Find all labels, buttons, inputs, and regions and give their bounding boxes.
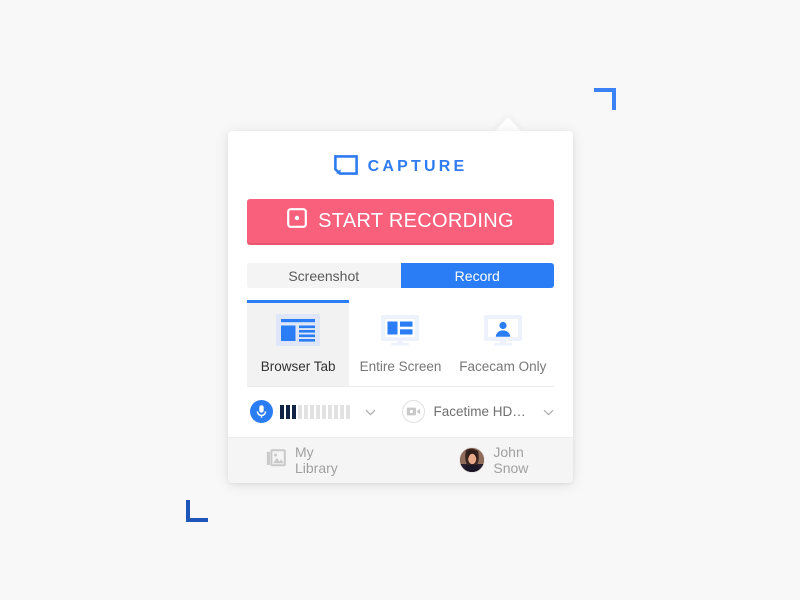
camera-chevron-down-icon[interactable] bbox=[543, 403, 554, 421]
mode-facecam-only[interactable]: Facecam Only bbox=[452, 300, 554, 386]
popup-pointer bbox=[494, 117, 522, 132]
mode-browser-tab-label: Browser Tab bbox=[260, 359, 336, 374]
my-library-button[interactable]: My Library bbox=[266, 444, 352, 476]
brand: CAPTURE bbox=[247, 153, 554, 181]
start-recording-button[interactable]: START RECORDING bbox=[247, 199, 554, 243]
avatar bbox=[460, 448, 485, 472]
microphone-icon bbox=[250, 400, 273, 423]
tab-screenshot[interactable]: Screenshot bbox=[247, 263, 401, 288]
mode-entire-screen[interactable]: Entire Screen bbox=[349, 300, 451, 386]
capture-popup: CAPTURE START RECORDING Screenshot Recor… bbox=[228, 131, 573, 483]
record-square-icon bbox=[287, 208, 308, 234]
video-camera-icon bbox=[401, 400, 425, 423]
start-recording-label: START RECORDING bbox=[318, 210, 514, 232]
capture-frame-icon bbox=[333, 154, 358, 180]
crop-bracket-bottom-left bbox=[186, 500, 208, 522]
source-mode-list: Browser Tab Entire Screen Facecam Only bbox=[247, 300, 554, 387]
facecam-monitor-icon bbox=[481, 314, 525, 351]
my-library-label: My Library bbox=[295, 444, 338, 476]
camera-name: Facetime HD… bbox=[433, 404, 526, 419]
popup-footer: My Library John Snow bbox=[228, 436, 573, 483]
photos-stack-icon bbox=[266, 448, 286, 472]
mode-entire-screen-label: Entire Screen bbox=[359, 359, 442, 374]
brand-name: CAPTURE bbox=[367, 158, 468, 175]
mode-browser-tab[interactable]: Browser Tab bbox=[247, 300, 350, 386]
user-name: John Snow bbox=[493, 444, 529, 476]
user-account-button[interactable]: John Snow bbox=[460, 444, 554, 476]
tab-record[interactable]: Record bbox=[400, 263, 554, 288]
mode-facecam-only-label: Facecam Only bbox=[459, 359, 547, 374]
capture-mode-toggle: Screenshot Record bbox=[247, 263, 554, 288]
device-controls: Facetime HD… bbox=[247, 387, 554, 437]
microphone-chevron-down-icon[interactable] bbox=[365, 403, 376, 421]
monitor-icon bbox=[378, 314, 422, 351]
crop-bracket-top-right bbox=[594, 88, 616, 110]
microphone-selector[interactable] bbox=[250, 400, 376, 423]
camera-selector[interactable]: Facetime HD… bbox=[401, 400, 554, 423]
microphone-level-meter bbox=[280, 404, 350, 419]
popup-content: CAPTURE START RECORDING Screenshot Recor… bbox=[228, 131, 573, 437]
browser-tab-icon bbox=[276, 314, 321, 351]
